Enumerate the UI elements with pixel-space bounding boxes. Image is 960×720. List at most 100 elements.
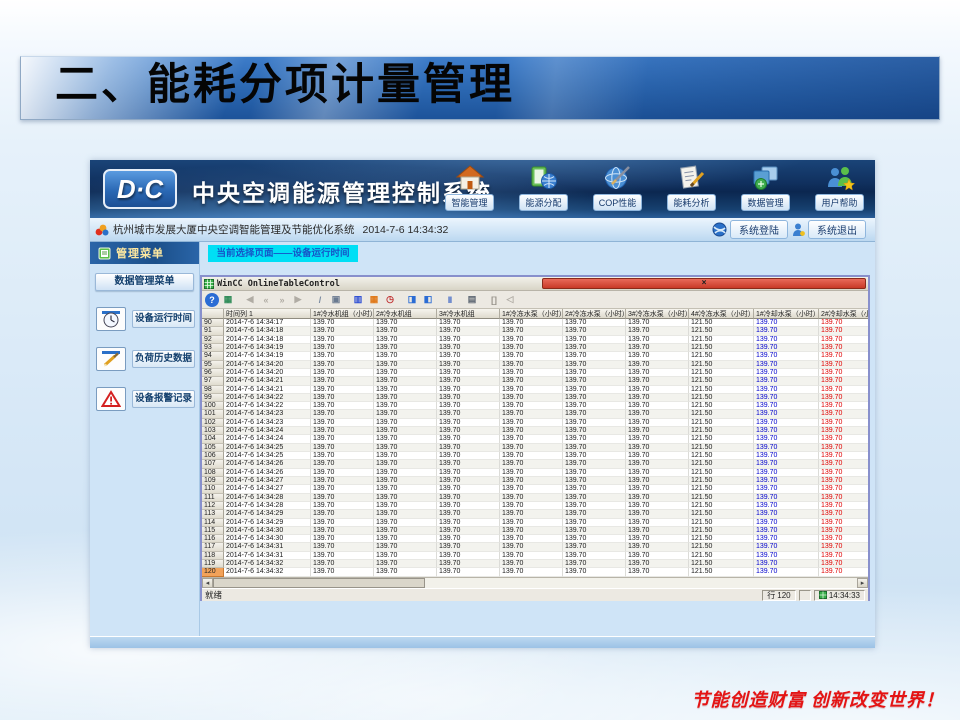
sidebar-item-label[interactable]: 设备运行时间 (132, 310, 195, 328)
table-row[interactable]: 1122014-7-6 14:34:28139.70139.70139.7013… (202, 502, 868, 510)
table-row[interactable]: 1082014-7-6 14:34:26139.70139.70139.7013… (202, 469, 868, 477)
row-number-cell[interactable]: 103 (202, 427, 224, 435)
column-header[interactable]: 1#冷水机组（小时） (311, 309, 374, 319)
table-row[interactable]: 1192014-7-6 14:34:32139.70139.70139.7013… (202, 560, 868, 568)
import-data-icon[interactable]: ◧ (421, 293, 435, 307)
row-number-cell[interactable]: 91 (202, 327, 224, 335)
row-number-cell[interactable]: 107 (202, 460, 224, 468)
table-row[interactable]: 1112014-7-6 14:34:28139.70139.70139.7013… (202, 494, 868, 502)
nav-label[interactable]: 用户帮助 (815, 194, 863, 211)
nav-item-user-help[interactable]: 用户帮助 (808, 163, 871, 211)
table-row[interactable]: 902014-7-6 14:34:17139.70139.70139.70139… (202, 319, 868, 327)
clock-icon[interactable]: ◷ (383, 293, 397, 307)
row-number-cell[interactable]: 92 (202, 336, 224, 344)
nav-item-energy-allocation[interactable]: 能源分配 (512, 163, 575, 211)
row-number-cell[interactable]: 99 (202, 394, 224, 402)
scrollbar-track[interactable] (213, 578, 857, 588)
wincc-titlebar[interactable]: WinCC OnlineTableControl × (202, 277, 868, 291)
nav-item-smart-management[interactable]: 智能管理 (438, 163, 501, 211)
row-number-cell[interactable]: 110 (202, 485, 224, 493)
row-number-cell[interactable]: 90 (202, 319, 224, 327)
nav-item-energy-analysis[interactable]: 能耗分析 (660, 163, 723, 211)
table-row[interactable]: 1132014-7-6 14:34:29139.70139.70139.7013… (202, 510, 868, 518)
row-number-cell[interactable]: 115 (202, 527, 224, 535)
time-selection-icon[interactable]: ▦ (367, 293, 381, 307)
table-row[interactable]: 972014-7-6 14:34:21139.70139.70139.70139… (202, 377, 868, 385)
table-row[interactable]: 1012014-7-6 14:34:23139.70139.70139.7013… (202, 410, 868, 418)
column-header[interactable]: 1#冷却水泵（小时） (754, 309, 819, 319)
table-row[interactable]: 1202014-7-6 14:34:32139.70139.70139.7013… (202, 568, 868, 576)
table-row[interactable]: 1032014-7-6 14:34:24139.70139.70139.7013… (202, 427, 868, 435)
row-number-cell[interactable]: 111 (202, 494, 224, 502)
table-row[interactable]: 912014-7-6 14:34:18139.70139.70139.70139… (202, 327, 868, 335)
row-number-cell[interactable]: 98 (202, 386, 224, 394)
export-data-icon[interactable]: ◨ (405, 293, 419, 307)
row-number-cell[interactable]: 114 (202, 519, 224, 527)
row-number-cell[interactable]: 116 (202, 535, 224, 543)
nav-label[interactable]: 数据管理 (741, 194, 789, 211)
row-number-cell[interactable]: 106 (202, 452, 224, 460)
row-number-cell[interactable]: 96 (202, 369, 224, 377)
table-row[interactable]: 1072014-7-6 14:34:26139.70139.70139.7013… (202, 460, 868, 468)
row-number-cell[interactable]: 93 (202, 344, 224, 352)
table-row[interactable]: 1162014-7-6 14:34:30139.70139.70139.7013… (202, 535, 868, 543)
sidebar-item-label[interactable]: 负荷历史数据 (132, 350, 195, 368)
scrollbar-thumb[interactable] (213, 578, 425, 588)
configure-dialog-icon[interactable]: ▦ (221, 293, 235, 307)
nav-item-data-management[interactable]: 数据管理 (734, 163, 797, 211)
table-row[interactable]: 982014-7-6 14:34:21139.70139.70139.70139… (202, 386, 868, 394)
nav-label[interactable]: 智能管理 (445, 194, 493, 211)
table-row[interactable]: 1062014-7-6 14:34:25139.70139.70139.7013… (202, 452, 868, 460)
table-row[interactable]: 1022014-7-6 14:34:23139.70139.70139.7013… (202, 419, 868, 427)
table-row[interactable]: 1042014-7-6 14:34:24139.70139.70139.7013… (202, 435, 868, 443)
row-number-cell[interactable]: 112 (202, 502, 224, 510)
row-number-cell[interactable]: 100 (202, 402, 224, 410)
row-number-cell[interactable]: 120 (202, 568, 224, 576)
row-number-cell[interactable]: 101 (202, 410, 224, 418)
sidebar-item-load-history[interactable]: 负荷历史数据 (96, 347, 195, 371)
table-row[interactable]: 1092014-7-6 14:34:27139.70139.70139.7013… (202, 477, 868, 485)
row-number-cell[interactable]: 119 (202, 560, 224, 568)
horizontal-scrollbar[interactable]: ◂ ▸ (202, 577, 868, 588)
row-number-cell[interactable]: 117 (202, 543, 224, 551)
table-row[interactable]: 942014-7-6 14:34:19139.70139.70139.70139… (202, 352, 868, 360)
edit-icon[interactable]: / (313, 293, 327, 307)
row-number-cell[interactable]: 102 (202, 419, 224, 427)
expand-icon[interactable]: [] (487, 293, 501, 307)
nav-label[interactable]: 能源分配 (519, 194, 567, 211)
logout-button[interactable]: 系统退出 (808, 220, 866, 239)
table-row[interactable]: 922014-7-6 14:34:18139.70139.70139.70139… (202, 336, 868, 344)
sidebar-item-runtime[interactable]: 设备运行时间 (96, 307, 195, 331)
row-number-cell[interactable]: 118 (202, 552, 224, 560)
table-row[interactable]: 1102014-7-6 14:34:27139.70139.70139.7013… (202, 485, 868, 493)
column-header[interactable]: 3#冷水机组 (437, 309, 500, 319)
sidebar-item-alarm-records[interactable]: 设备报警记录 (96, 387, 195, 411)
help-icon[interactable]: ? (205, 293, 219, 307)
column-header[interactable]: 1#冷冻水泵（小时） (500, 309, 563, 319)
scroll-left-icon[interactable]: ◂ (202, 578, 213, 588)
column-header[interactable]: 3#冷冻水泵（小时） (626, 309, 689, 319)
sidebar-section-data-management[interactable]: 数据管理菜单 (95, 273, 194, 291)
pause-icon[interactable]: ‖ (443, 293, 457, 307)
column-header[interactable]: 2#冷冻水泵（小时） (563, 309, 626, 319)
column-header[interactable]: 2#冷却水泵（小时） (819, 309, 868, 319)
table-row[interactable]: 1172014-7-6 14:34:31139.70139.70139.7013… (202, 543, 868, 551)
sidebar-item-label[interactable]: 设备报警记录 (132, 390, 195, 408)
row-number-cell[interactable]: 109 (202, 477, 224, 485)
nav-label[interactable]: COP性能 (593, 194, 643, 211)
row-number-cell[interactable]: 95 (202, 361, 224, 369)
row-number-cell[interactable]: 105 (202, 444, 224, 452)
table-row[interactable]: 1182014-7-6 14:34:31139.70139.70139.7013… (202, 552, 868, 560)
column-header[interactable]: 时间列 1 (224, 309, 311, 319)
nav-label[interactable]: 能耗分析 (667, 194, 715, 211)
row-number-cell[interactable]: 108 (202, 469, 224, 477)
table-row[interactable]: 962014-7-6 14:34:20139.70139.70139.70139… (202, 369, 868, 377)
table-row[interactable]: 992014-7-6 14:34:22139.70139.70139.70139… (202, 394, 868, 402)
table-row[interactable]: 1052014-7-6 14:34:25139.70139.70139.7013… (202, 444, 868, 452)
login-button[interactable]: 系统登陆 (730, 220, 788, 239)
row-number-cell[interactable]: 97 (202, 377, 224, 385)
close-icon[interactable]: × (542, 278, 866, 289)
column-header[interactable]: 2#冷水机组 (374, 309, 437, 319)
table-row[interactable]: 952014-7-6 14:34:20139.70139.70139.70139… (202, 361, 868, 369)
print-icon[interactable]: ▤ (465, 293, 479, 307)
